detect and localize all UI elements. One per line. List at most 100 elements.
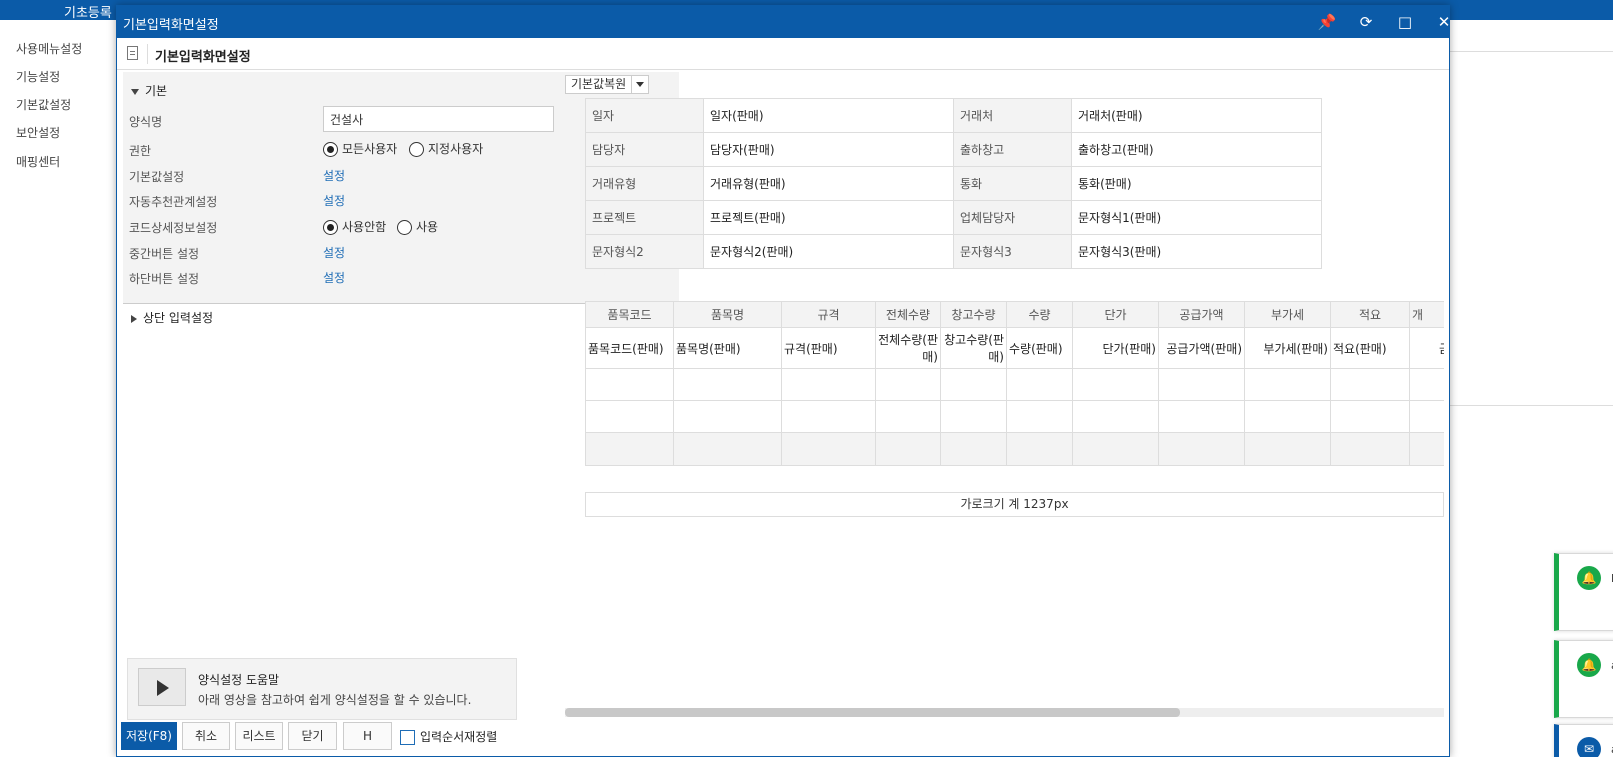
cancel-button[interactable]: 취소 (182, 722, 230, 750)
video-thumbnail[interactable] (138, 668, 186, 706)
field-label: 일자 (585, 98, 704, 133)
grid-cell[interactable] (1330, 368, 1410, 401)
app-sidebar: 사용메뉴설정 기능설정 기본값설정 보안설정 매핑센터 (0, 20, 116, 757)
grid-cell[interactable]: 단가(판매) (1072, 327, 1159, 369)
grid-cell[interactable] (1006, 400, 1073, 433)
grid-cell[interactable] (1409, 368, 1444, 401)
close-button[interactable]: 닫기 (288, 722, 337, 750)
code-detail-on-radio[interactable]: 사용 (397, 218, 438, 235)
grid-cell[interactable] (1006, 368, 1073, 401)
reset-default-label[interactable]: 기본값복원 (566, 76, 633, 93)
reset-default-dropdown[interactable]: 기본값복원 (565, 75, 650, 94)
grid-cell[interactable] (1158, 368, 1245, 401)
help-video-box[interactable]: 양식설정 도움말 아래 영상을 참고하여 쉽게 양식설정을 할 수 있습니다. (127, 658, 517, 720)
grid-cell[interactable]: 품목명(판매) (673, 327, 782, 369)
grid-cell[interactable] (673, 400, 782, 433)
grid-cell[interactable] (781, 368, 876, 401)
sidebar-item-menu-settings[interactable]: 사용메뉴설정 (16, 40, 82, 57)
field-value[interactable]: 일자(판매) (703, 98, 954, 133)
divider (147, 44, 148, 64)
refresh-icon[interactable]: ⟳ (1347, 6, 1385, 38)
radio-unselected-icon (397, 220, 412, 235)
h-button[interactable]: H (343, 722, 392, 750)
field-value[interactable]: 거래처(판매) (1071, 98, 1322, 133)
column-header[interactable]: 적요 (1330, 301, 1410, 328)
permission-specific-radio[interactable]: 지정사용자 (409, 140, 483, 157)
grid-cell[interactable]: 규격(판매) (781, 327, 876, 369)
grid-cell[interactable] (1072, 400, 1159, 433)
field-value[interactable]: 프로젝트(판매) (703, 200, 954, 235)
notification-toast[interactable]: 🔔 a (1554, 640, 1613, 718)
permission-all-radio[interactable]: 모든사용자 (323, 140, 397, 157)
grid-cell[interactable] (673, 368, 782, 401)
grid-cell[interactable]: 수량(판매) (1006, 327, 1073, 369)
grid-cell[interactable]: 공급가액(판매) (1158, 327, 1245, 369)
grid-cell[interactable] (1244, 400, 1331, 433)
grid-cell[interactable] (585, 368, 674, 401)
mid-button-link[interactable]: 설정 (323, 244, 345, 261)
chevron-down-icon[interactable] (632, 76, 648, 93)
grid-cell[interactable] (585, 400, 674, 433)
grid-cell[interactable] (1244, 368, 1331, 401)
grid-cell[interactable]: 전체수량(판매) (875, 327, 941, 369)
permission-label: 권한 (129, 144, 152, 158)
top-input-section-header[interactable]: 상단 입력설정 (131, 309, 213, 326)
column-header[interactable]: 규격 (781, 301, 876, 328)
column-header[interactable]: 전체수량 (875, 301, 941, 328)
grid-cell[interactable]: 창고수량(판매) (940, 327, 1007, 369)
field-value[interactable]: 통화(판매) (1071, 166, 1322, 201)
notification-toast[interactable]: ✉ a (1554, 724, 1613, 757)
sidebar-item-function-settings[interactable]: 기능설정 (16, 68, 60, 85)
grid-cell[interactable] (1330, 400, 1410, 433)
list-button[interactable]: 리스트 (235, 722, 283, 750)
column-header[interactable]: 수량 (1006, 301, 1073, 328)
grid-cell[interactable] (1158, 400, 1245, 433)
column-header[interactable]: 부가세 (1244, 301, 1331, 328)
grid-cell[interactable] (1409, 400, 1444, 433)
field-value[interactable]: 문자형식2(판매) (703, 234, 954, 269)
form-name-input[interactable] (323, 106, 554, 132)
field-label: 프로젝트 (585, 200, 704, 235)
auto-recommend-link[interactable]: 설정 (323, 192, 345, 209)
code-detail-off-radio[interactable]: 사용안함 (323, 218, 386, 235)
basic-section-header[interactable]: 기본 (131, 82, 167, 99)
grid-cell[interactable]: 품목코드(판매) (585, 327, 674, 369)
field-value[interactable]: 문자형식3(판매) (1071, 234, 1322, 269)
grid-cell[interactable] (1072, 368, 1159, 401)
column-header[interactable]: 품목명 (673, 301, 782, 328)
column-header[interactable]: 창고수량 (940, 301, 1007, 328)
grid-cell[interactable] (940, 400, 1007, 433)
bottom-button-link[interactable]: 설정 (323, 269, 345, 286)
grid-cell[interactable]: 적요(판매) (1330, 327, 1410, 369)
sidebar-item-security-settings[interactable]: 보안설정 (16, 124, 60, 141)
default-value-link[interactable]: 설정 (323, 167, 345, 184)
column-header[interactable]: 단가 (1072, 301, 1159, 328)
column-header[interactable]: 개 (1409, 301, 1444, 328)
grid-cell[interactable]: 금 (1409, 327, 1444, 369)
radio-selected-icon (323, 220, 338, 235)
grid-cell[interactable] (781, 400, 876, 433)
pin-icon[interactable]: 📌 (1308, 6, 1346, 38)
scrollbar-thumb[interactable] (565, 708, 1180, 717)
table-row: 프로젝트 프로젝트(판매) 업체담당자 문자형식1(판매) (585, 200, 1322, 235)
grid-cell[interactable] (875, 400, 941, 433)
field-value[interactable]: 문자형식1(판매) (1071, 200, 1322, 235)
field-value[interactable]: 거래유형(판매) (703, 166, 954, 201)
notification-toast[interactable]: 🔔 M (1554, 553, 1613, 631)
maximize-icon[interactable]: □ (1386, 6, 1424, 38)
field-value[interactable]: 담당자(판매) (703, 132, 954, 167)
sidebar-item-mapping-center[interactable]: 매핑센터 (16, 153, 60, 170)
save-button[interactable]: 저장(F8) (121, 722, 177, 750)
reorder-checkbox[interactable]: 입력순서재정렬 (400, 728, 497, 745)
close-icon[interactable]: ✕ (1425, 6, 1463, 38)
grid-cell[interactable]: 부가세(판매) (1244, 327, 1331, 369)
field-value[interactable]: 출하창고(판매) (1071, 132, 1322, 167)
grid-cell[interactable] (875, 368, 941, 401)
grid-cell[interactable] (940, 368, 1007, 401)
grid-cell (875, 432, 941, 466)
dialog-subheader: 기본입력화면설정 (117, 38, 1449, 70)
sidebar-item-default-settings[interactable]: 기본값설정 (16, 96, 71, 113)
horizontal-scrollbar[interactable] (565, 708, 1444, 717)
column-header[interactable]: 공급가액 (1158, 301, 1245, 328)
column-header[interactable]: 품목코드 (585, 301, 674, 328)
